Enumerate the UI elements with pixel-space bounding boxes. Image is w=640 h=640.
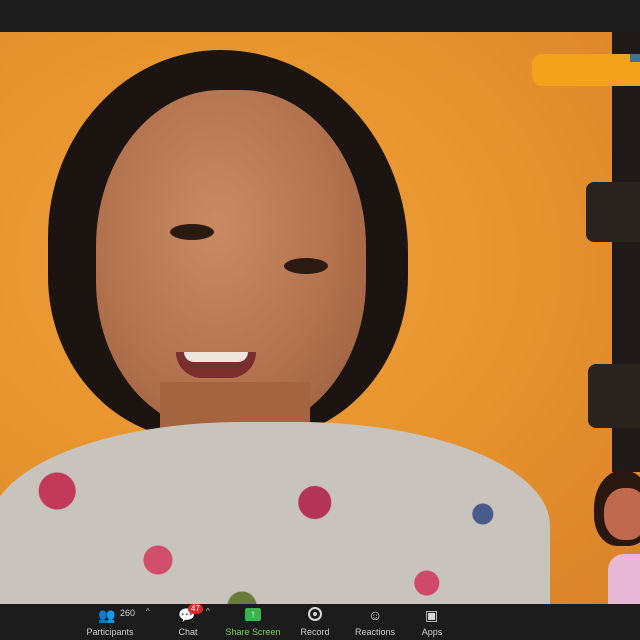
person-face: [96, 90, 366, 430]
avatar-sticker: [594, 470, 640, 614]
pill-edge: [630, 54, 640, 62]
participants-count: 260: [120, 608, 136, 618]
chat-label: Chat: [178, 627, 198, 637]
chat-caret-icon[interactable]: ^: [206, 607, 210, 616]
person-teeth: [184, 352, 248, 362]
participants-icon: 👥: [98, 607, 116, 623]
left-eye: [170, 224, 214, 240]
participants-label: Participants: [86, 627, 134, 637]
apps-button[interactable]: ▣ Apps: [418, 604, 446, 640]
participants-caret-icon[interactable]: ^: [146, 607, 150, 616]
share-screen-button[interactable]: ↑ Share Screen: [222, 604, 284, 640]
reactions-label: Reactions: [354, 627, 396, 637]
top-bar: [0, 0, 640, 32]
right-eye: [284, 258, 328, 274]
name-label-pill: [532, 54, 640, 86]
video-feed: [0, 32, 640, 604]
reactions-icon: ☺: [368, 607, 383, 623]
floral-shirt: [0, 422, 550, 604]
record-icon: [308, 607, 322, 621]
share-screen-icon: ↑: [245, 608, 261, 621]
meeting-toolbar: 👥 260 ^ Participants 💬 47 ^ Chat ↑ Share…: [0, 604, 640, 640]
reactions-button[interactable]: ☺ Reactions: [350, 604, 400, 640]
record-label: Record: [300, 627, 330, 637]
tripod-clamp-lower: [588, 364, 640, 428]
chat-badge: 47: [188, 604, 203, 614]
tripod-clamp-upper: [586, 182, 640, 242]
apps-icon: ▣: [425, 607, 439, 623]
participants-button[interactable]: 👥 260 ^ Participants: [78, 604, 149, 640]
apps-label: Apps: [421, 627, 443, 637]
share-screen-label: Share Screen: [225, 627, 281, 637]
record-button[interactable]: Record: [296, 604, 334, 640]
avatar-face: [604, 488, 640, 540]
chat-button[interactable]: 💬 47 ^ Chat: [168, 604, 210, 640]
